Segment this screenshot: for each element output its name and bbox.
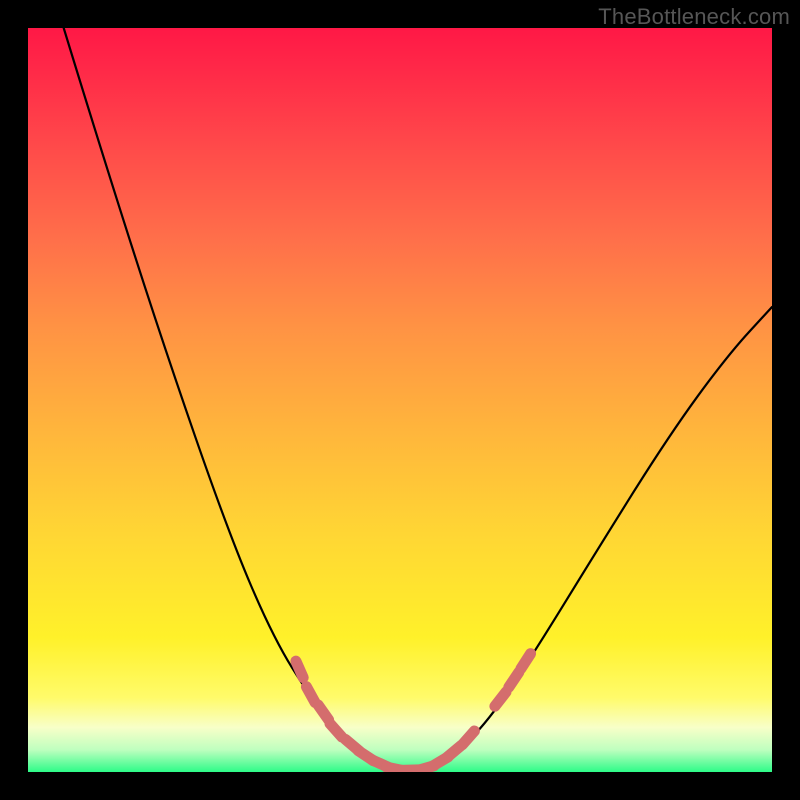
curve-marker [495,692,506,706]
curve-marker [509,672,519,687]
curve-marker [521,654,531,669]
bottleneck-curve [64,28,772,771]
curve-marker [330,724,342,738]
watermark-text: TheBottleneck.com [598,4,790,30]
marker-group [296,654,531,771]
curve-marker [318,705,328,720]
chart-frame: TheBottleneck.com [0,0,800,800]
curve-marker [306,687,315,703]
chart-svg [28,28,772,772]
curve-marker [463,731,475,745]
curve-marker [296,661,303,678]
plot-area [28,28,772,772]
